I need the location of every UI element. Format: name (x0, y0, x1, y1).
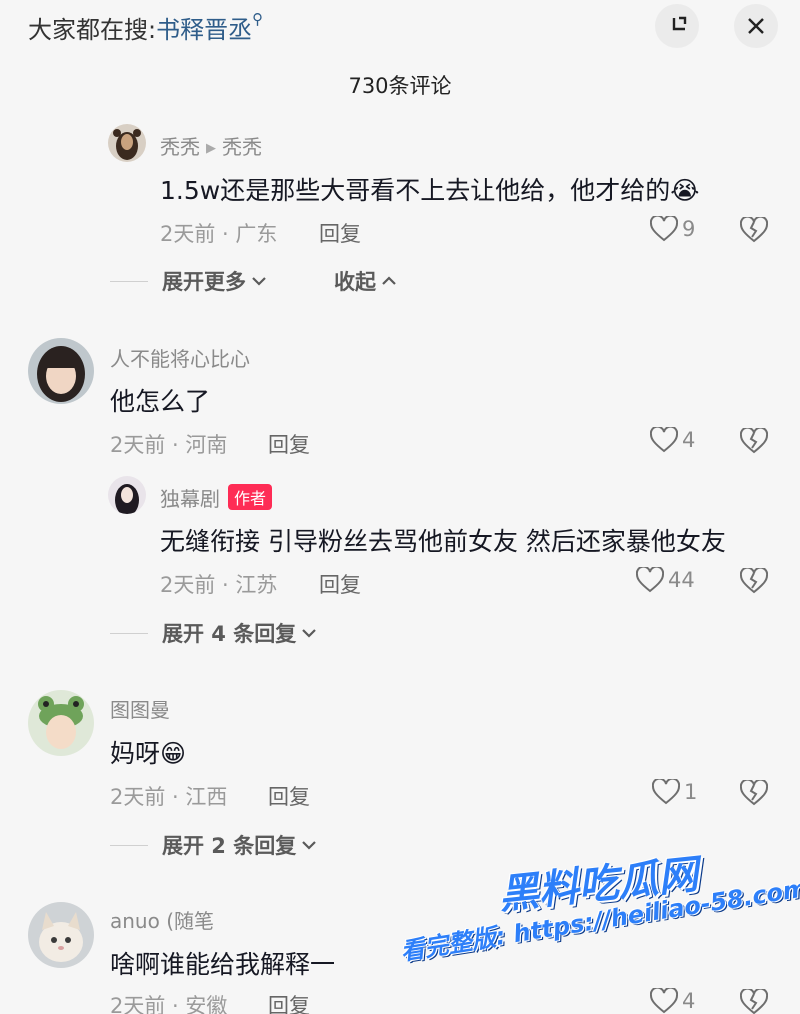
avatar[interactable] (108, 476, 146, 514)
reply-button[interactable]: 回复 (268, 781, 310, 811)
broken-heart-icon (740, 428, 768, 454)
comment-meta: 2天前 · 江西 (110, 785, 228, 809)
reply-arrow-icon: ▶ (206, 141, 216, 156)
avatar[interactable] (28, 902, 94, 968)
broken-heart-icon (740, 989, 768, 1014)
reply-from-name[interactable]: 秃秃 (160, 135, 200, 159)
comment-text: 他怎么了 (110, 387, 211, 416)
dislike-button[interactable] (740, 989, 768, 1014)
comment-author[interactable]: 图图曼 (110, 694, 170, 723)
comment-meta: 2天前 · 广东 (160, 222, 278, 246)
avatar[interactable] (28, 690, 94, 756)
reply-button[interactable]: 回复 (319, 569, 361, 599)
close-icon (748, 18, 764, 34)
author-name[interactable]: 独幕剧 (160, 487, 220, 511)
chevron-down-icon (252, 277, 266, 286)
comment-text: 啥啊谁能给我解释一 (110, 950, 336, 979)
heart-icon (650, 216, 678, 242)
avatar[interactable] (28, 338, 94, 404)
divider-line (110, 844, 148, 846)
chevron-up-icon (382, 276, 396, 285)
collapse-label: 收起 (334, 270, 376, 294)
comment-meta: 2天前 · 河南 (110, 433, 228, 457)
comment-meta: 2天前 · 安徽 (110, 994, 228, 1014)
expand-label: 展开 2 条回复 (162, 834, 297, 858)
reply-button[interactable]: 回复 (268, 990, 310, 1014)
author-badge: 作者 (228, 484, 273, 510)
heart-icon (650, 988, 678, 1014)
heart-icon (652, 779, 680, 805)
trending-search-keyword[interactable]: 书释晋丞 (156, 16, 252, 44)
reply-button[interactable]: 回复 (319, 218, 361, 248)
like-count: 9 (682, 217, 696, 241)
expand-label: 展开更多 (162, 270, 246, 294)
comment-count-title: 730条评论 (348, 74, 452, 98)
close-button[interactable] (734, 4, 778, 48)
comment-text: 1.5w还是那些大哥看不上去让他给，他才给的😭 (160, 176, 700, 205)
like-count: 4 (682, 428, 696, 452)
broken-heart-icon (740, 568, 768, 594)
divider-line (110, 632, 148, 634)
divider-line (110, 280, 148, 282)
trending-search-prefix: 大家都在搜: (28, 16, 157, 44)
broken-heart-icon (740, 217, 768, 243)
like-button[interactable]: 1 (652, 779, 697, 805)
chevron-down-icon (302, 841, 317, 850)
shrink-button[interactable] (655, 4, 699, 48)
comment-text: 无缝衔接 引导粉丝去骂他前女友 然后还家暴他女友 (160, 527, 726, 556)
expand-replies-button[interactable]: 展开 4 条回复 (110, 618, 318, 648)
dislike-button[interactable] (740, 780, 768, 806)
expand-more-button[interactable]: 展开更多 (110, 266, 268, 296)
collapse-button[interactable]: 收起 (334, 266, 398, 296)
like-button[interactable]: 44 (636, 567, 695, 593)
trending-search-bar[interactable]: 大家都在搜:书释晋丞⚲ (28, 10, 263, 45)
avatar[interactable] (108, 124, 146, 162)
broken-heart-icon (740, 780, 768, 806)
like-count: 1 (684, 780, 698, 804)
search-icon: ⚲ (252, 10, 264, 28)
heart-icon (650, 427, 678, 453)
heart-icon (636, 567, 664, 593)
comment-author[interactable]: anuo (随笔 (110, 905, 214, 934)
dislike-button[interactable] (740, 217, 768, 243)
shrink-icon (672, 16, 687, 31)
comment-author[interactable]: 人不能将心比心 (110, 343, 250, 372)
like-count: 44 (668, 568, 695, 592)
reply-to-name[interactable]: 秃秃 (222, 135, 262, 159)
like-count: 4 (682, 989, 696, 1013)
comment-text: 妈呀😁 (110, 739, 187, 768)
comment-author[interactable]: 秃秃 ▶ 秃秃 (160, 131, 262, 160)
like-button[interactable]: 9 (650, 216, 695, 242)
chevron-down-icon (302, 629, 317, 638)
like-button[interactable]: 4 (650, 988, 695, 1014)
dislike-button[interactable] (740, 428, 768, 454)
comment-author[interactable]: 独幕剧 作者 (160, 483, 273, 512)
like-button[interactable]: 4 (650, 427, 695, 453)
comment-meta: 2天前 · 江苏 (160, 573, 278, 597)
expand-replies-button[interactable]: 展开 2 条回复 (110, 830, 318, 860)
expand-label: 展开 4 条回复 (162, 622, 297, 646)
reply-button[interactable]: 回复 (268, 429, 310, 459)
dislike-button[interactable] (740, 568, 768, 594)
